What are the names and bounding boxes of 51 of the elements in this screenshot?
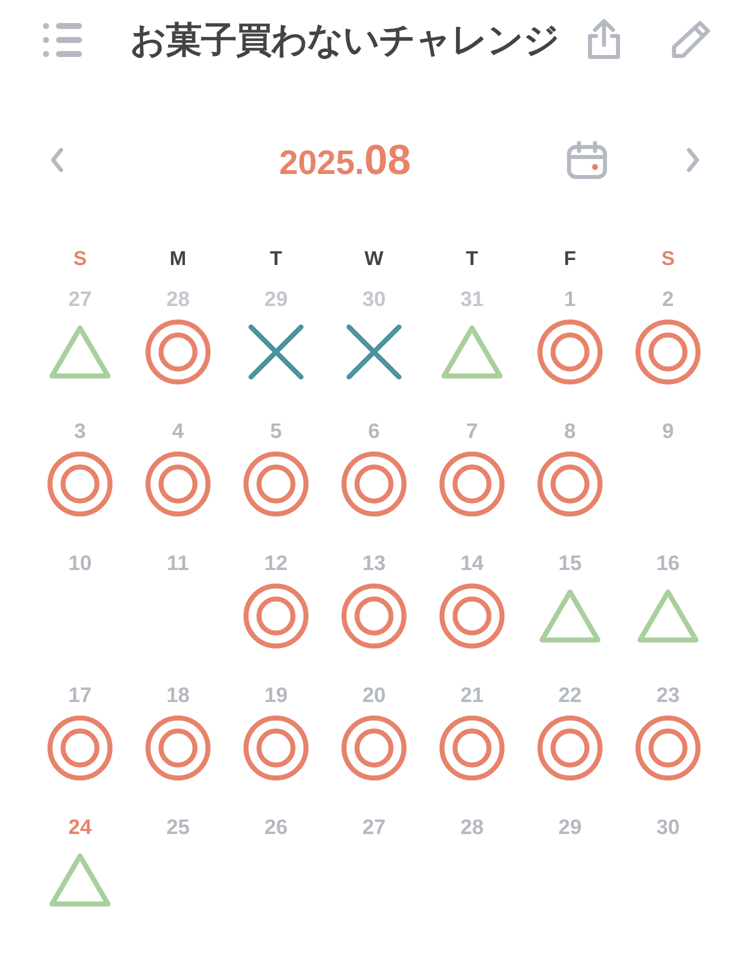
next-month-button[interactable] <box>686 147 700 173</box>
day-number[interactable]: 25 <box>166 813 190 843</box>
app-title: お菓子買わないチャレンジ <box>130 18 560 62</box>
day-number[interactable]: 19 <box>264 681 288 711</box>
calendar-icon[interactable] <box>566 140 608 180</box>
day-number[interactable]: 2 <box>662 285 674 315</box>
weekday-label: M <box>168 247 188 272</box>
day-number[interactable]: 5 <box>270 417 282 447</box>
day-number[interactable]: 21 <box>460 681 484 711</box>
day-number[interactable]: 23 <box>656 681 680 711</box>
day-number[interactable]: 1 <box>564 285 576 315</box>
weekday-label: W <box>364 247 384 272</box>
day-number[interactable]: 27 <box>68 285 92 315</box>
day-number[interactable]: 15 <box>558 549 582 579</box>
day-number[interactable]: 26 <box>264 813 288 843</box>
day-number[interactable]: 22 <box>558 681 582 711</box>
month-label: 2025.08 <box>278 136 412 184</box>
day-number[interactable]: 29 <box>264 285 288 315</box>
day-number[interactable]: 31 <box>460 285 484 315</box>
day-number[interactable]: 11 <box>166 549 190 579</box>
day-number[interactable]: 24 <box>68 813 92 843</box>
pencil-icon[interactable] <box>670 19 712 61</box>
day-number[interactable]: 17 <box>68 681 92 711</box>
weekday-label: T <box>268 247 284 272</box>
weekday-label: T <box>464 247 480 272</box>
day-number[interactable]: 14 <box>460 549 484 579</box>
day-number[interactable]: 30 <box>362 285 386 315</box>
day-number[interactable]: 10 <box>68 549 92 579</box>
day-number[interactable]: 27 <box>362 813 386 843</box>
previous-month-button[interactable] <box>50 147 64 173</box>
day-number[interactable]: 20 <box>362 681 386 711</box>
chevron-left-icon <box>50 147 64 173</box>
day-number[interactable]: 28 <box>166 285 190 315</box>
day-number[interactable]: 28 <box>460 813 484 843</box>
day-number[interactable]: 4 <box>172 417 184 447</box>
weekday-label: S <box>72 247 88 272</box>
day-number[interactable]: 9 <box>662 417 674 447</box>
day-number[interactable]: 13 <box>362 549 386 579</box>
day-number[interactable]: 6 <box>368 417 380 447</box>
day-number[interactable]: 8 <box>564 417 576 447</box>
day-number[interactable]: 12 <box>264 549 288 579</box>
day-number[interactable]: 18 <box>166 681 190 711</box>
day-number[interactable]: 16 <box>656 549 680 579</box>
chevron-right-icon <box>686 147 700 173</box>
day-number[interactable]: 29 <box>558 813 582 843</box>
weekday-label: S <box>660 247 676 272</box>
day-number[interactable]: 3 <box>74 417 86 447</box>
menu-icon[interactable] <box>42 22 82 58</box>
weekday-label: F <box>562 247 578 272</box>
day-number[interactable]: 30 <box>656 813 680 843</box>
day-number[interactable]: 7 <box>466 417 478 447</box>
